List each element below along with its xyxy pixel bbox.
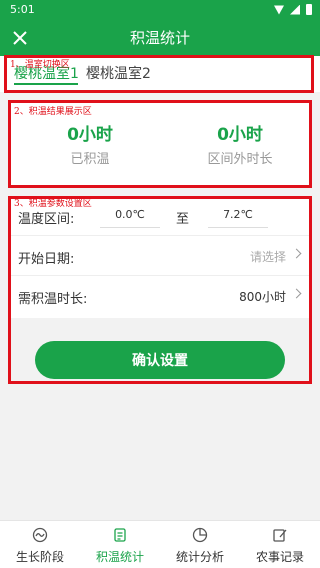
start-date-row[interactable]: 开始日期: 请选择 [8,236,312,276]
nav-growth-stage[interactable]: 生长阶段 [0,521,80,568]
growth-stage-icon [32,527,48,543]
accumulated-temp-icon [114,528,126,542]
accumulated-value: 0小时 [67,125,113,145]
status-time: 5:01 [10,3,35,16]
start-date-label: 开始日期: [18,252,75,267]
temp-range-label: 温度区间: [18,212,75,227]
nav-accumulated-temp-label: 积温统计 [95,550,144,564]
outside-range-label: 区间外时长 [207,152,273,167]
nav-growth-stage-label: 生长阶段 [15,550,64,564]
nav-statistics[interactable]: 统计分析 [160,521,240,568]
pie-chart-icon [192,527,208,543]
app-bar: 积温统计 [0,20,320,56]
needed-duration-label: 需积温时长: [18,292,88,307]
params-panel: 温度区间: 0.0℃ 至 7.2℃ 开始日期: 请选择 需积温时长: 800小时 [8,196,312,318]
status-icons [274,4,312,15]
start-date-placeholder: 请选择 [249,250,286,264]
nav-accumulated-temp[interactable]: 积温统计 [80,521,160,568]
temp-max-input[interactable]: 7.2℃ [208,202,268,228]
edit-record-icon [273,529,287,542]
tab-greenhouse-2[interactable]: 樱桃温室2 [86,63,151,83]
chevron-right-icon [291,248,302,259]
chevron-right-icon [291,288,302,299]
annotation-tabs-label: 1、温室切换区 [10,60,70,70]
nav-farm-records-label: 农事记录 [255,550,304,564]
confirm-settings-button[interactable]: 确认设置 [35,341,285,379]
temp-to-label: 至 [176,212,190,227]
battery-icon [306,4,312,15]
wifi-icon [274,5,284,15]
status-bar: 5:01 [0,0,320,20]
needed-duration-row[interactable]: 需积温时长: 800小时 [8,276,312,316]
annotation-results-label: 2、积温结果展示区 [14,107,92,117]
temp-min-input[interactable]: 0.0℃ [100,202,160,228]
signal-icon [290,4,300,15]
active-tab-indicator [14,83,78,85]
accumulated-label: 已积温 [70,152,110,167]
outside-range-value: 0小时 [217,125,263,145]
page-title: 积温统计 [129,29,190,47]
annotation-params-label: 3、积温参数设置区 [14,199,92,209]
bottom-nav: 生长阶段 积温统计 统计分析 农事记录 [0,520,320,568]
nav-farm-records[interactable]: 农事记录 [240,521,320,568]
needed-duration-value: 800小时 [239,290,286,304]
nav-statistics-label: 统计分析 [175,550,224,564]
